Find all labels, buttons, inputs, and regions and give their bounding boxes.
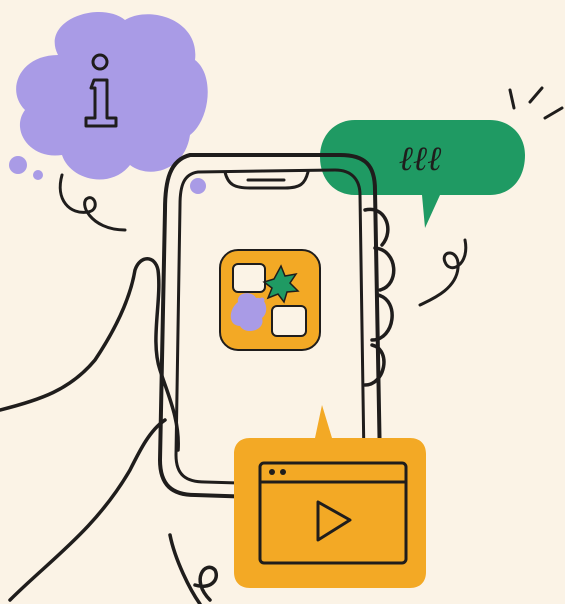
emphasis-tick: [508, 88, 516, 110]
emphasis-tick: [528, 86, 544, 104]
info-cloud: [9, 12, 208, 232]
window-dot-icon: [269, 469, 275, 475]
cloud-bubble-dot: [33, 170, 43, 180]
app-icon: [219, 249, 321, 351]
chat-bubble-scribble: ℓℓℓ: [399, 139, 441, 179]
illustration: ℓℓℓ: [0, 12, 564, 604]
emphasis-tick: [543, 106, 564, 120]
info-cloud-shape: [16, 12, 208, 180]
chat-bubble: ℓℓℓ: [320, 86, 564, 307]
cloud-bubble-dot: [190, 178, 206, 194]
cloud-tail-squiggle: [58, 173, 127, 232]
cloud-bubble-dot: [9, 156, 27, 174]
window-dot-icon: [280, 469, 286, 475]
video-card: [234, 405, 426, 588]
bubble-tail-squiggle: [418, 238, 468, 307]
video-card-shape: [234, 405, 426, 588]
